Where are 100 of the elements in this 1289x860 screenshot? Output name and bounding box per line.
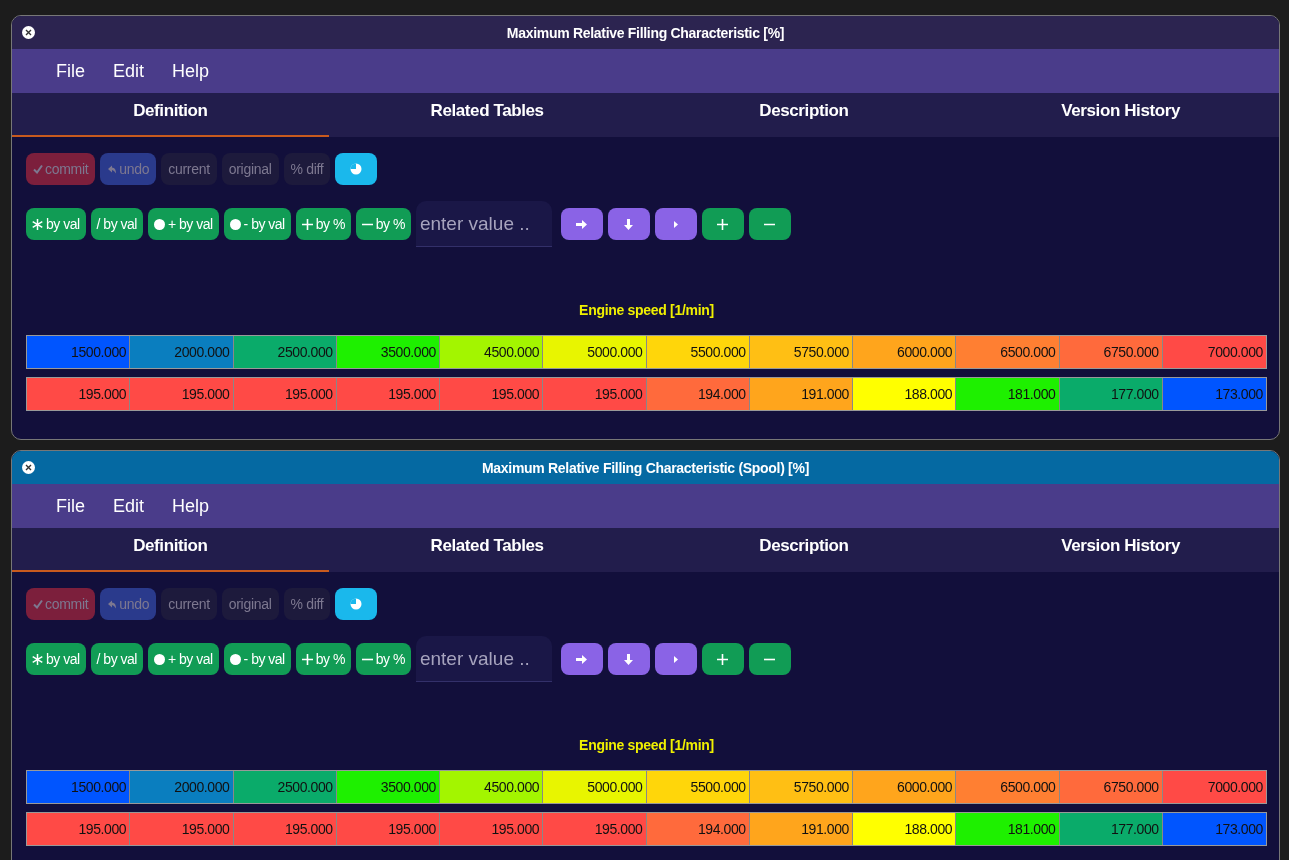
close-button[interactable] (21, 460, 36, 475)
table-cell[interactable]: 195.000 (336, 378, 440, 410)
table-cell[interactable]: 195.000 (543, 813, 647, 845)
value-field[interactable]: enter value .. (415, 201, 552, 247)
table-cell[interactable]: 2000.000 (130, 336, 234, 368)
table-cell[interactable]: 4500.000 (440, 336, 544, 368)
operation-button[interactable]: - by val (223, 643, 291, 675)
table-cell[interactable]: 177.000 (1059, 378, 1163, 410)
table-cell[interactable]: 5750.000 (749, 336, 853, 368)
table-cell[interactable]: 195.000 (27, 378, 131, 410)
tab[interactable]: Version History (962, 93, 1279, 137)
table-cell[interactable]: 3500.000 (336, 771, 440, 803)
tab[interactable]: Related Tables (328, 528, 646, 572)
check-icon (33, 599, 43, 609)
arrow-down-icon (624, 653, 634, 665)
operation-button[interactable]: by % (355, 643, 411, 675)
table-cell[interactable]: 188.000 (853, 813, 957, 845)
table-cell[interactable]: 181.000 (956, 378, 1060, 410)
table-cell[interactable]: 4500.000 (440, 771, 544, 803)
table-cell[interactable]: 6500.000 (956, 336, 1060, 368)
operation-button[interactable]: + by val (147, 208, 219, 240)
table-cell[interactable]: 5500.000 (646, 771, 750, 803)
operation-button[interactable]: + by val (147, 643, 219, 675)
table-cell[interactable]: 191.000 (749, 813, 853, 845)
table-cell[interactable]: 195.000 (543, 378, 647, 410)
table-cell[interactable]: 2000.000 (130, 771, 234, 803)
table-cell[interactable]: 195.000 (233, 813, 337, 845)
menu-item[interactable]: Help (164, 56, 218, 86)
table-cell[interactable]: 195.000 (130, 813, 234, 845)
plus-button[interactable] (701, 208, 744, 240)
operation-button[interactable]: / by val (90, 208, 143, 240)
minus-button[interactable] (748, 208, 791, 240)
caret-right-button[interactable] (654, 643, 697, 675)
minus-button[interactable] (748, 643, 791, 675)
menu-item[interactable]: Help (164, 491, 218, 521)
arrow-right-button[interactable] (560, 643, 603, 675)
menu-item[interactable]: File (48, 491, 93, 521)
caret-right-icon (673, 655, 678, 663)
operation-button[interactable]: / by val (90, 643, 143, 675)
axis-label: Engine speed [1/min] (578, 302, 715, 318)
table-cell[interactable]: 194.000 (646, 813, 750, 845)
table-cell[interactable]: 194.000 (646, 378, 750, 410)
window-title: Maximum Relative Filling Characteristic [%] (506, 24, 785, 41)
arrow-down-icon (624, 218, 634, 230)
tab[interactable]: Definition (12, 528, 329, 572)
table-cell[interactable]: 6000.000 (853, 336, 957, 368)
table-cell[interactable]: 195.000 (27, 813, 131, 845)
arrow-down-button[interactable] (607, 208, 650, 240)
table-cell[interactable]: 2500.000 (233, 771, 337, 803)
table-cell[interactable]: 6500.000 (956, 771, 1060, 803)
table-cell[interactable]: 7000.000 (1162, 771, 1266, 803)
table-cell[interactable]: 195.000 (440, 378, 544, 410)
table-cell[interactable]: 195.000 (130, 378, 234, 410)
operation-button[interactable]: by val (26, 643, 86, 675)
tab[interactable]: Definition (12, 93, 329, 137)
operation-button[interactable]: by % (295, 208, 351, 240)
table-cell[interactable]: 1500.000 (27, 771, 131, 803)
refresh-button[interactable] (335, 153, 378, 185)
table-cell[interactable]: 1500.000 (27, 336, 131, 368)
value-field[interactable]: enter value .. (415, 636, 552, 682)
operation-button[interactable]: by % (355, 208, 411, 240)
tab[interactable]: Description (645, 528, 963, 572)
tab[interactable]: Version History (962, 528, 1279, 572)
table-cell[interactable]: 5000.000 (543, 336, 647, 368)
caret-right-button[interactable] (654, 208, 697, 240)
refresh-button[interactable] (335, 588, 378, 620)
table-cell[interactable]: 6750.000 (1059, 771, 1163, 803)
close-button[interactable] (21, 25, 36, 40)
asterisk-icon (32, 653, 43, 665)
tab[interactable]: Related Tables (328, 93, 646, 137)
table-cell[interactable]: 5750.000 (749, 771, 853, 803)
arrow-right-button[interactable] (560, 208, 603, 240)
table-cell[interactable]: 181.000 (956, 813, 1060, 845)
table-cell[interactable]: 177.000 (1059, 813, 1163, 845)
caret-right-icon (673, 220, 678, 228)
operation-button[interactable]: - by val (223, 208, 291, 240)
table-cell[interactable]: 6000.000 (853, 771, 957, 803)
table-cell[interactable]: 3500.000 (336, 336, 440, 368)
table-cell[interactable]: 173.000 (1162, 813, 1266, 845)
table-cell[interactable]: 5000.000 (543, 771, 647, 803)
menu-item[interactable]: Edit (105, 491, 153, 521)
table-cell[interactable]: 2500.000 (233, 336, 337, 368)
table-cell[interactable]: 195.000 (440, 813, 544, 845)
arrow-down-button[interactable] (607, 643, 650, 675)
table-cell[interactable]: 191.000 (749, 378, 853, 410)
table-cell[interactable]: 5500.000 (646, 336, 750, 368)
table-cell[interactable]: 195.000 (233, 378, 337, 410)
table-cell[interactable]: 7000.000 (1162, 336, 1266, 368)
table-cell[interactable]: 195.000 (336, 813, 440, 845)
tab[interactable]: Description (645, 93, 963, 137)
operation-button[interactable]: by % (295, 643, 351, 675)
plus-icon (717, 218, 729, 230)
table-cell[interactable]: 173.000 (1162, 378, 1266, 410)
table-cell[interactable]: 188.000 (853, 378, 957, 410)
table-cell[interactable]: 6750.000 (1059, 336, 1163, 368)
operation-button[interactable]: by val (26, 208, 86, 240)
plus-button[interactable] (701, 643, 744, 675)
close-icon (22, 461, 35, 474)
menu-item[interactable]: File (48, 56, 93, 86)
menu-item[interactable]: Edit (105, 56, 153, 86)
